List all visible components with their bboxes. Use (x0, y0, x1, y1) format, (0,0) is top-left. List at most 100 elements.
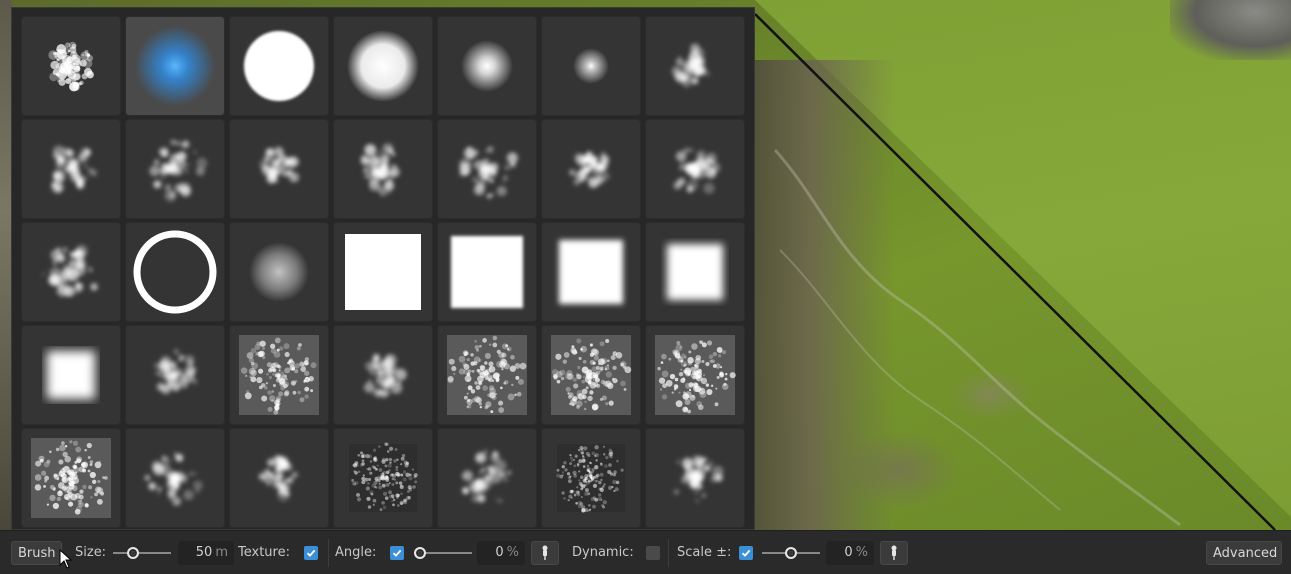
brush-erosion-1-preview (239, 335, 319, 415)
brush-blur-round-preview (249, 242, 309, 302)
brush-noise-square-preview (349, 442, 418, 512)
brush-streak[interactable] (541, 119, 641, 219)
checkmark-icon (741, 549, 751, 557)
brush-erosion-4[interactable] (541, 325, 641, 425)
size-input[interactable]: 50 m (178, 541, 234, 565)
brush-square-hard[interactable] (333, 222, 433, 322)
brush-grid (21, 16, 745, 528)
brush-square-soft-2[interactable] (541, 222, 641, 322)
brush-splat-4[interactable] (333, 119, 433, 219)
brush-blots[interactable] (645, 428, 745, 528)
scale-input[interactable]: 0% (826, 541, 874, 565)
scale-pin-button[interactable] (880, 541, 908, 565)
brush-splat-3-preview (259, 146, 300, 184)
brush-erosion-5-preview (655, 335, 736, 415)
brush-soft-round-blue[interactable] (125, 16, 225, 116)
brush-square-soft-2-preview (559, 240, 623, 304)
angle-unit: % (506, 545, 519, 560)
brush-erosion-4-preview (551, 335, 632, 415)
scale-value: 0 (844, 545, 853, 560)
brush-pebbles-preview (461, 449, 511, 503)
brush-erosion-3[interactable] (437, 325, 537, 425)
brush-pebbles[interactable] (437, 428, 537, 528)
advanced-button[interactable]: Advanced (1206, 541, 1282, 565)
brush-square-softest[interactable] (21, 325, 121, 425)
scale-unit: % (855, 545, 868, 560)
angle-pin-button[interactable] (531, 541, 559, 565)
brush-blur-round[interactable] (229, 222, 329, 322)
scale-label: Scale ±: (677, 545, 732, 560)
brush-tiny-soft-preview (573, 48, 609, 84)
brush-square-hard-preview (345, 234, 421, 310)
pin-icon (542, 545, 548, 560)
angle-checkbox[interactable] (390, 546, 404, 560)
brush-rocks-preview (153, 348, 198, 395)
brush-cloud-preview (671, 43, 710, 88)
scale-checkbox[interactable] (739, 546, 753, 560)
brush-splat-5[interactable] (437, 119, 537, 219)
brush-square-soft-3[interactable] (645, 222, 745, 322)
brush-ring-preview (133, 230, 217, 314)
brush-splat-3[interactable] (229, 119, 329, 219)
dynamic-label: Dynamic: (572, 545, 634, 560)
brush-erosion-3-preview (447, 335, 527, 415)
brush-hard-circle[interactable] (229, 16, 329, 116)
brush-picker-panel (11, 7, 755, 530)
angle-label: Angle: (335, 545, 377, 560)
brush-grain-square[interactable] (541, 428, 641, 528)
brush-ridges[interactable] (21, 428, 121, 528)
brush-erosion-1[interactable] (229, 325, 329, 425)
brush-gravel[interactable] (229, 428, 329, 528)
angle-input[interactable]: 0% (477, 541, 525, 565)
brush-square-soft-3-preview (667, 244, 723, 300)
brush-splat-1[interactable] (21, 119, 121, 219)
brush-ring[interactable] (125, 222, 225, 322)
brush-small-soft[interactable] (437, 16, 537, 116)
brush-splat-6[interactable] (645, 119, 745, 219)
texture-checkbox[interactable] (304, 546, 318, 560)
brush-tiny-soft[interactable] (541, 16, 641, 116)
brush-erosion-2[interactable] (333, 325, 433, 425)
brush-rock-cluster[interactable] (125, 428, 225, 528)
brush-rock-noise[interactable] (21, 16, 121, 116)
brush-blots-preview (673, 455, 724, 503)
size-slider[interactable] (113, 552, 171, 554)
brush-hard-circle-preview (244, 31, 314, 101)
brush-splat-2[interactable] (125, 119, 225, 219)
scale-slider-handle[interactable] (785, 547, 797, 559)
dynamic-checkbox[interactable] (646, 546, 660, 560)
brush-soft-circle-preview (347, 30, 419, 102)
brush-splat-6-preview (673, 147, 721, 194)
checkmark-icon (392, 549, 402, 557)
brush-square-soft-1[interactable] (437, 222, 537, 322)
brush-streak-preview (568, 151, 610, 189)
brush-small-soft-preview (461, 40, 513, 92)
brush-erosion-5[interactable] (645, 325, 745, 425)
brush-button[interactable]: Brush (11, 541, 62, 565)
angle-slider-handle[interactable] (414, 547, 426, 559)
brush-splat-5-preview (459, 146, 518, 199)
brush-rock-cluster-preview (144, 452, 203, 506)
brush-erosion-2-preview (364, 353, 407, 398)
size-label: Size: (75, 545, 107, 560)
brush-toolbar: Brush Size: 50 m Texture: Angle: 0% Dynam… (0, 530, 1291, 574)
brush-square-softest-preview (47, 351, 95, 399)
size-slider-handle[interactable] (126, 547, 139, 559)
angle-value: 0 (495, 545, 504, 560)
checkmark-icon (306, 549, 316, 557)
brush-rocks[interactable] (125, 325, 225, 425)
brush-soft-circle[interactable] (333, 16, 433, 116)
brush-square-soft-1-preview (451, 236, 523, 308)
size-unit: m (215, 545, 228, 560)
brush-noise-square[interactable] (333, 428, 433, 528)
toolbar-divider (668, 539, 669, 567)
mouse-cursor-icon (59, 549, 73, 569)
brush-grain-square-preview (556, 444, 625, 513)
brush-faint-splat-preview (42, 244, 98, 297)
brush-soft-round-blue-preview (135, 26, 215, 106)
brush-faint-splat[interactable] (21, 222, 121, 322)
texture-label: Texture: (238, 545, 290, 560)
pin-icon (891, 545, 897, 560)
brush-cloud[interactable] (645, 16, 745, 116)
brush-ridges-preview (31, 438, 111, 518)
